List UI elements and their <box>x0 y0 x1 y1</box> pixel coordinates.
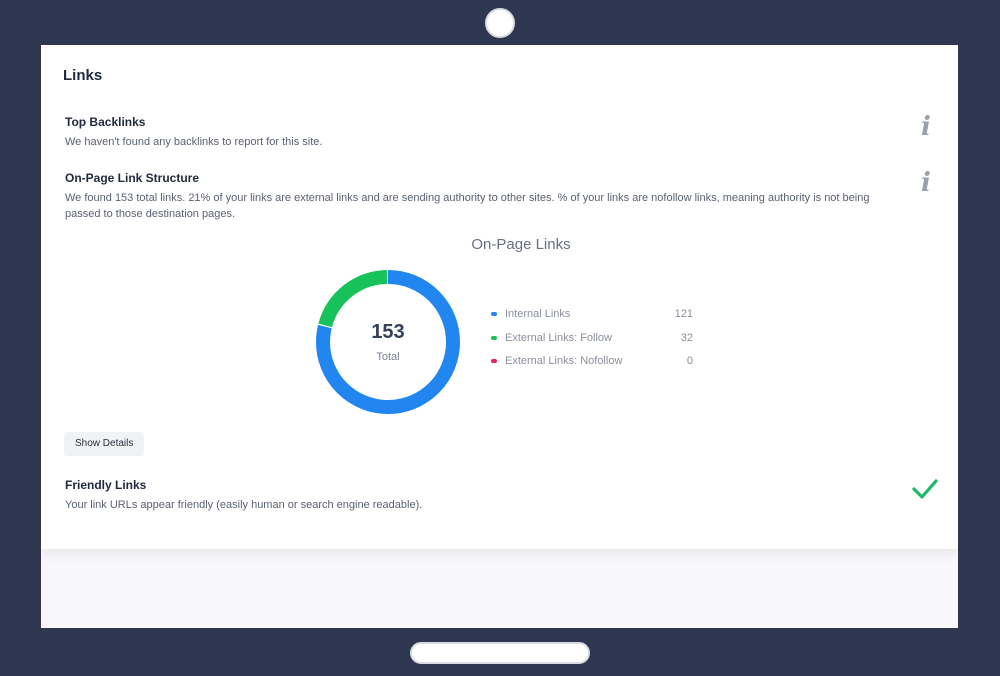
legend-swatch <box>491 359 497 363</box>
top-backlinks-description: We haven't found any backlinks to report… <box>65 136 323 148</box>
legend-item-internal: Internal Links 121 <box>491 307 701 323</box>
link-structure-description: We found 153 total links. 21% of your li… <box>65 192 870 220</box>
legend-item-external-nofollow: External Links: Nofollow 0 <box>491 354 701 370</box>
donut-total-value: 153 <box>371 321 405 343</box>
donut-total-label: Total <box>376 351 400 363</box>
friendly-links-title: Friendly Links <box>65 478 147 492</box>
legend-swatch <box>491 312 497 316</box>
section-title: Links <box>63 67 103 84</box>
legend-value: 121 <box>674 308 693 320</box>
show-details-button[interactable]: Show Details <box>64 432 145 456</box>
legend-label: External Links: Follow <box>505 332 612 344</box>
checkmark-icon <box>912 479 938 499</box>
device-camera <box>485 8 515 38</box>
info-icon[interactable]: i <box>917 169 935 197</box>
top-backlinks-title: Top Backlinks <box>65 115 146 129</box>
legend-label: External Links: Nofollow <box>505 355 623 367</box>
legend-swatch <box>491 336 497 340</box>
device-home-button <box>410 642 590 664</box>
friendly-links-description: Your link URLs appear friendly (easily h… <box>65 499 423 511</box>
links-card: Links Top Backlinks We haven't found any… <box>41 45 958 549</box>
info-icon[interactable]: i <box>917 113 935 141</box>
screen: Links Top Backlinks We haven't found any… <box>41 45 958 628</box>
legend-value: 32 <box>680 332 693 344</box>
chart-title: On-Page Links <box>471 236 571 253</box>
link-structure-title: On-Page Link Structure <box>65 171 200 185</box>
legend-label: Internal Links <box>505 308 571 320</box>
legend-value: 0 <box>686 355 693 367</box>
legend-item-external-follow: External Links: Follow 32 <box>491 331 701 347</box>
